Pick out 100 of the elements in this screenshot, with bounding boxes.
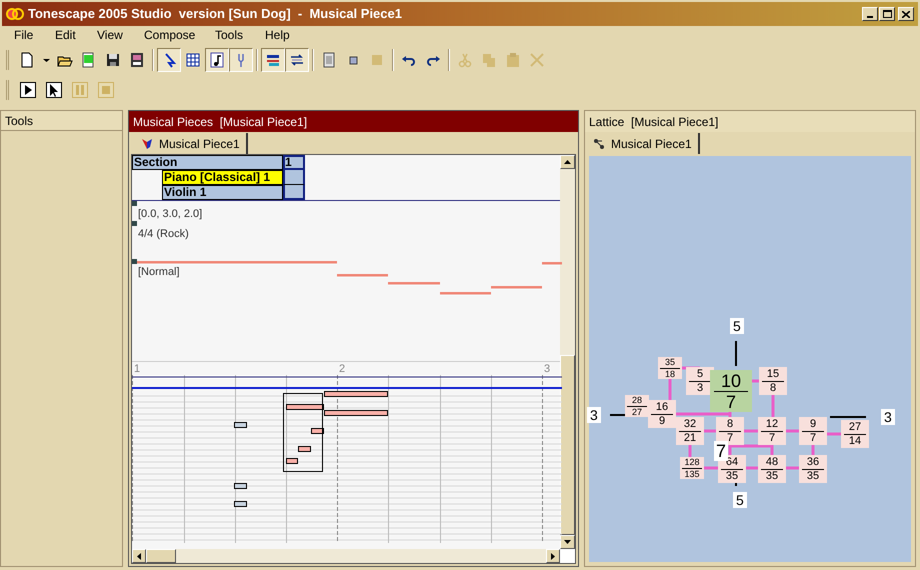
horizontal-scrollbar[interactable] [132, 549, 560, 563]
ratio-node[interactable]: 48 35 [758, 455, 786, 483]
axis-label: 5 [733, 492, 747, 508]
track-marker-icon [132, 221, 137, 226]
ratio-node[interactable]: 28 27 [625, 395, 649, 417]
section-row[interactable]: Violin 1 [162, 185, 283, 200]
denominator: 21 [684, 432, 696, 444]
down-arrow-icon [564, 540, 571, 544]
note-block[interactable] [298, 446, 311, 452]
numerator: 15 [766, 368, 780, 380]
clipboard-icon [505, 52, 521, 68]
scroll-thumb[interactable] [146, 549, 176, 563]
denominator: 3 [696, 382, 704, 394]
menu-item[interactable]: View [97, 26, 144, 44]
music-note-icon [209, 52, 225, 68]
table-cell [283, 185, 305, 200]
column-header: Section [132, 155, 283, 170]
denominator: 7 [810, 432, 816, 444]
note-block[interactable] [286, 458, 298, 464]
section-row[interactable]: Piano [Classical] 1 [162, 170, 283, 185]
menu-item[interactable]: Help [265, 26, 310, 44]
menu-item[interactable]: Compose [144, 26, 215, 44]
denominator: 135 [684, 470, 700, 478]
toolbar-button[interactable] [261, 48, 285, 72]
numerator: 10 [720, 372, 742, 390]
toolbar-button[interactable] [157, 48, 181, 72]
caret-icon [42, 58, 50, 62]
menu-item[interactable]: File [14, 26, 55, 44]
panel-icon [129, 52, 145, 68]
note-block[interactable] [234, 501, 247, 507]
vertical-scrollbar[interactable] [560, 155, 575, 549]
close-button[interactable] [898, 7, 914, 21]
column-header: 1 [283, 155, 305, 170]
bars-icon [265, 52, 281, 68]
scroll-thumb[interactable] [560, 355, 575, 535]
note-block[interactable] [234, 422, 247, 428]
window-title: Tonescape 2005 Studio version [Sun Dog] - Musical Piece1 [28, 5, 402, 24]
track-marker-icon [132, 201, 137, 206]
scroll-down-button[interactable] [560, 535, 575, 549]
ratio-node[interactable]: 35 18 [658, 357, 682, 379]
panel-title: Tools [5, 112, 34, 130]
selection-rectangle[interactable] [283, 393, 323, 472]
numerator: 12 [766, 418, 778, 430]
bar-number: 3 [544, 362, 550, 377]
numerator: 48 [766, 456, 778, 468]
note-block[interactable] [324, 410, 388, 416]
denominator: 8 [770, 382, 776, 394]
square-icon [369, 52, 385, 68]
note-block[interactable] [311, 428, 324, 434]
page-icon [321, 52, 337, 68]
copy-icon [481, 52, 497, 68]
grid-icon [185, 52, 201, 68]
numerator: 36 [806, 456, 820, 468]
scroll-right-button[interactable] [546, 549, 560, 563]
maximize-icon [882, 10, 892, 18]
swap-arrows-icon [289, 52, 305, 68]
note-block[interactable] [234, 483, 247, 489]
track-label: [0.0, 3.0, 2.0] [138, 207, 202, 222]
denominator: 35 [766, 470, 778, 482]
up-arrow-icon [564, 160, 571, 164]
ratio-node[interactable]: 128 135 [680, 457, 704, 479]
ratio-node[interactable]: 10 7 [710, 370, 752, 412]
numerator: 5 [696, 368, 704, 380]
ratio-label: 7 [714, 441, 728, 461]
ratio-node[interactable]: 8 7 [716, 417, 744, 445]
ratio-node[interactable]: 32 21 [676, 417, 704, 445]
numerator: 8 [726, 418, 734, 430]
scroll-left-button[interactable] [132, 549, 146, 563]
ratio-node[interactable]: 16 9 [648, 400, 676, 428]
panel-title: Musical Pieces [Musical Piece1] [133, 114, 308, 130]
numerator: 32 [684, 418, 696, 430]
ratio-node[interactable]: 9 7 [799, 417, 827, 445]
ratio-node[interactable]: 36 35 [799, 455, 827, 483]
denominator: 27 [632, 408, 642, 416]
delete-x-icon [529, 52, 545, 68]
maximize-button[interactable] [879, 7, 895, 21]
menu-item[interactable]: Tools [215, 26, 265, 44]
right-arrow-icon [551, 552, 555, 560]
stop-icon [98, 82, 114, 98]
ratio-node[interactable]: 27 14 [841, 420, 869, 448]
numerator: 27 [848, 422, 862, 432]
denominator: 7 [726, 432, 734, 444]
app-logo-icon [6, 8, 24, 20]
toolbar-button[interactable] [205, 48, 229, 72]
denominator: 35 [726, 470, 738, 482]
play-icon [20, 82, 36, 98]
ratio-node[interactable]: 15 8 [759, 367, 787, 395]
note-block[interactable] [286, 404, 324, 410]
note-block[interactable] [324, 391, 388, 397]
axis-label: 3 [587, 407, 601, 423]
menu-item[interactable]: Edit [55, 26, 97, 44]
toolbar-button[interactable] [285, 48, 309, 72]
numerator: 28 [632, 396, 642, 404]
scroll-up-button[interactable] [560, 155, 575, 169]
ratio-node[interactable]: 12 7 [758, 417, 786, 445]
bar-number: 2 [339, 362, 346, 377]
denominator: 14 [848, 436, 862, 446]
pause-icon [72, 82, 88, 98]
minimize-button[interactable] [862, 7, 878, 21]
denominator: 18 [664, 370, 675, 378]
